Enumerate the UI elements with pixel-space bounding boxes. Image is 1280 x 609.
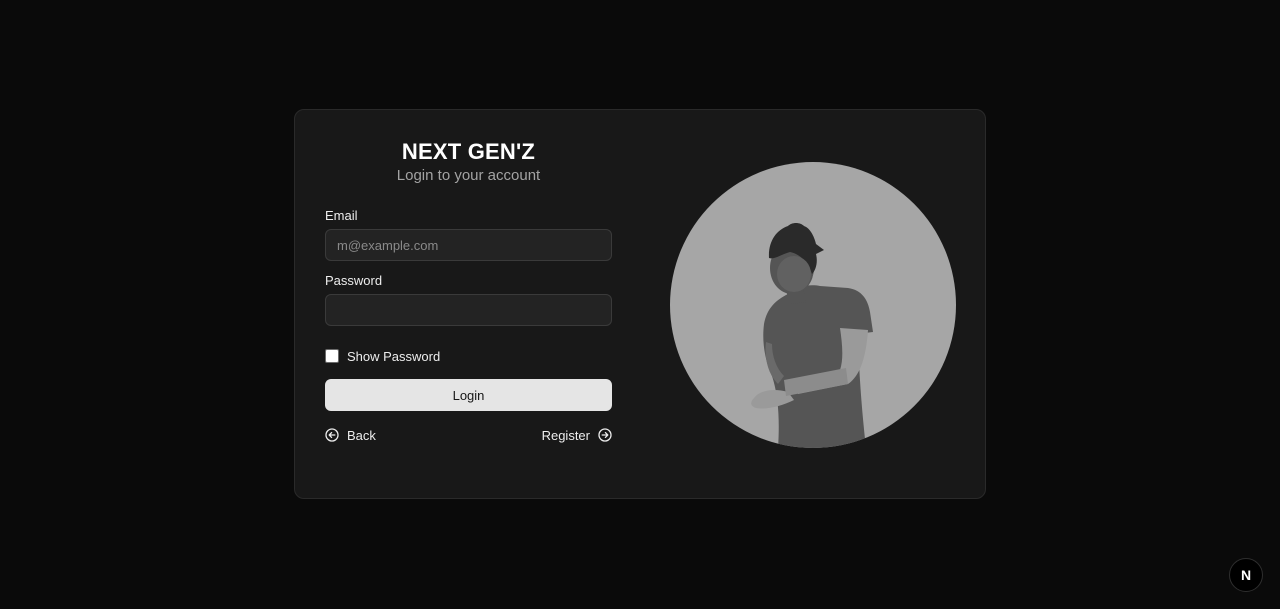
- show-password-label[interactable]: Show Password: [347, 349, 440, 364]
- email-label: Email: [325, 208, 358, 223]
- back-link-label: Back: [347, 427, 376, 443]
- arrow-left-circle-icon: [325, 428, 339, 442]
- arrow-right-circle-icon: [598, 428, 612, 442]
- login-page: NEXT GEN'Z Login to your account Email P…: [0, 0, 1280, 609]
- register-link-label: Register: [541, 427, 590, 443]
- show-password-row: Show Password: [325, 348, 612, 364]
- brand-title: NEXT GEN'Z: [401, 139, 536, 164]
- show-password-checkbox[interactable]: [325, 349, 339, 363]
- brand-subtitle: Login to your account: [396, 167, 541, 184]
- register-link[interactable]: Register: [542, 428, 612, 443]
- nextjs-logo-icon[interactable]: N: [1229, 558, 1263, 592]
- password-field[interactable]: [325, 294, 612, 326]
- password-label: Password: [325, 273, 383, 288]
- email-field[interactable]: [325, 229, 612, 261]
- nav-links-row: Back Register: [325, 427, 612, 443]
- login-button[interactable]: Login: [325, 379, 612, 411]
- login-form: NEXT GEN'Z Login to your account Email P…: [325, 138, 612, 443]
- login-card: NEXT GEN'Z Login to your account Email P…: [294, 109, 986, 499]
- back-link[interactable]: Back: [325, 428, 376, 443]
- person-silhouette-illustration: [670, 162, 956, 448]
